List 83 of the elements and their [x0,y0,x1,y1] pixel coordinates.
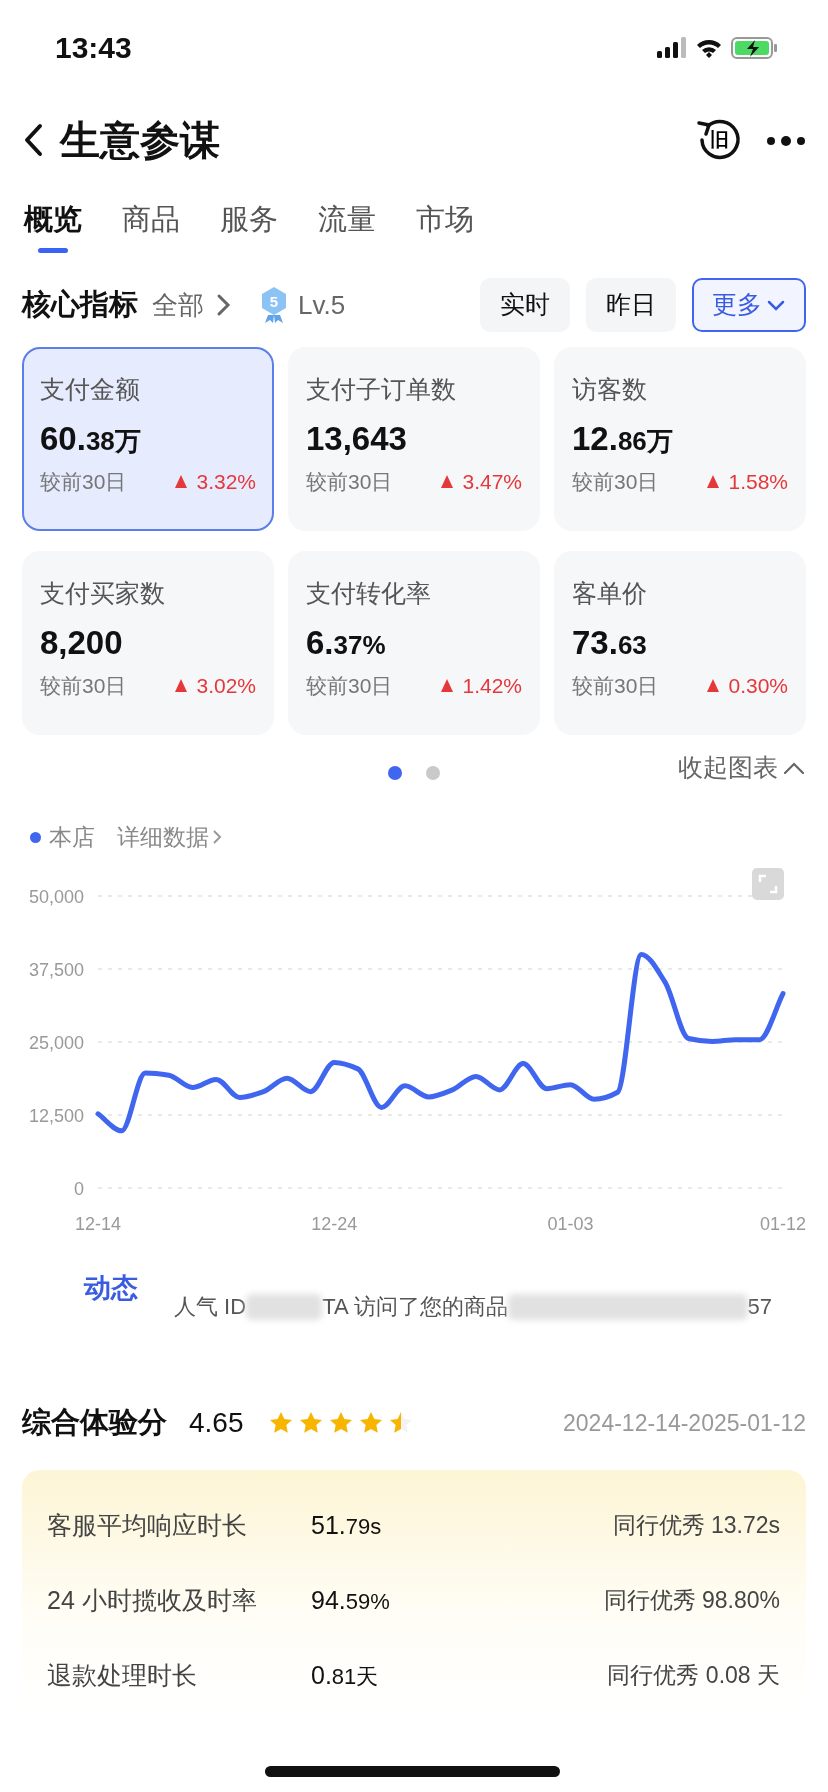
tab[interactable]: 流量 [318,197,376,255]
metric-name: 客单价 [572,578,648,609]
activity-text: 57 [747,1293,772,1321]
status-time: 13:43 [55,30,132,66]
metric-value: 60.38万 [40,418,142,459]
metric-card[interactable]: 支付转化率 6.37% 较前30日 1.42% [288,551,540,735]
metric-label: 24 小时揽收及时率 [47,1584,258,1616]
metric-name: 支付买家数 [40,578,166,609]
y-axis-label: 50,000 [28,887,84,907]
up-triangle-icon [706,474,721,490]
change-value: 1.42% [462,673,522,700]
up-triangle-icon [174,678,189,694]
page-dot[interactable] [426,766,440,780]
change-value: 3.47% [462,469,522,496]
metric-card[interactable]: 访客数 12.86万 较前30日 1.58% [554,347,806,531]
up-triangle-icon [174,474,189,490]
x-axis-label: 01-03 [547,1214,594,1234]
tab[interactable]: 概览 [24,197,82,255]
experience-score: 4.65 [189,1406,244,1440]
peer-benchmark: 同行优秀 13.72s [612,1511,780,1541]
level-label: Lv.5 [298,288,346,322]
metric-card[interactable]: 支付子订单数 13,643 较前30日 3.47% [288,347,540,531]
compare-label: 较前30日 [306,469,393,496]
x-axis-label: 12-14 [75,1214,121,1234]
metric-value: 73.63 [572,622,648,663]
section-title: 综合体验分 [22,1405,167,1441]
change-value: 3.02% [196,673,256,700]
metric-name: 支付转化率 [306,578,432,609]
chevron-down-icon [766,298,786,312]
metric-card[interactable]: 支付买家数 8,200 较前30日 3.02% [22,551,274,735]
y-axis-label: 25,000 [28,1033,84,1053]
signal-icon [657,36,687,59]
up-triangle-icon [440,678,455,694]
activity-text: TA 访问了您的商品 [322,1293,508,1321]
y-axis-label: 37,500 [28,960,84,980]
peer-benchmark: 同行优秀 98.80% [603,1586,780,1616]
compare-label: 较前30日 [306,673,393,700]
metric-name: 访客数 [572,374,648,405]
battery-charging-icon [731,36,778,59]
compare-label: 较前30日 [40,673,127,700]
tab[interactable]: 服务 [220,197,278,255]
section-title: 核心指标 [22,287,138,323]
change-value: 0.30% [728,673,788,700]
dropdown-button[interactable]: 更多 [692,278,806,332]
metric-card[interactable]: 客单价 73.63 较前30日 0.30% [554,551,806,735]
collapse-chart-button[interactable]: 收起图表 [678,749,806,787]
change-value: 1.58% [728,469,788,496]
period-button[interactable]: 昨日 [586,278,676,332]
metric-value: 6.37% [306,622,387,663]
compare-label: 较前30日 [40,469,127,496]
page-dot[interactable] [388,766,402,780]
metric-value: 94.59% [311,1584,390,1616]
period-button[interactable]: 实时 [480,278,570,332]
date-range: 2024-12-14-2025-01-12 [563,1408,806,1438]
page-title: 生意参谋 [60,117,220,164]
tab[interactable]: 市场 [416,197,474,255]
metric-name: 支付子订单数 [306,374,457,405]
scope-link[interactable]: 全部 [152,285,234,325]
y-axis-label: 0 [74,1179,84,1199]
tab[interactable]: 商品 [122,197,180,255]
activity-label: 动态 [84,1272,138,1305]
metric-label: 客服平均响应时长 [47,1509,248,1541]
metric-name: 支付金额 [40,374,141,405]
x-axis-label: 01-12 [760,1214,806,1234]
metric-value: 8,200 [40,622,124,663]
peer-benchmark: 同行优秀 0.08 天 [607,1661,780,1691]
metric-label: 退款处理时长 [47,1659,198,1691]
metric-value: 0.81天 [311,1659,379,1691]
change-value: 3.32% [196,469,256,496]
metric-card[interactable]: 支付金额 60.38万 较前30日 3.32% [22,347,274,531]
x-axis-label: 12-24 [311,1214,358,1234]
compare-label: 较前30日 [572,469,659,496]
old-version-button[interactable]: 旧 [696,117,742,163]
up-triangle-icon [440,474,455,490]
details-link[interactable]: 详细数据 [117,819,223,855]
up-triangle-icon [706,678,721,694]
metric-value: 51.79s [311,1509,382,1541]
compare-label: 较前30日 [572,673,659,700]
metric-value: 13,643 [306,418,408,459]
activity-text: 人气 ID [174,1293,247,1321]
y-axis-label: 12,500 [28,1106,84,1126]
metric-value: 12.86万 [572,418,674,459]
legend-label: 本店 [49,822,95,852]
